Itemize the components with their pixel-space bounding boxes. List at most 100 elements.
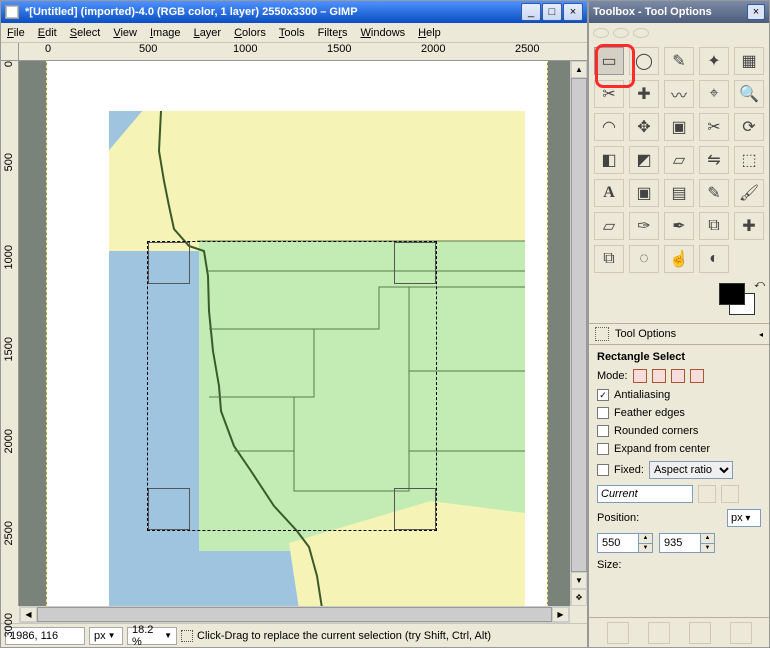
toolbox-title: Toolbox - Tool Options [593, 6, 712, 18]
text-tool[interactable]: A [594, 179, 624, 207]
ellipse-select-tool[interactable]: ◯ [629, 47, 659, 75]
blur-tool[interactable]: ◌ [629, 245, 659, 273]
measure-tool[interactable]: ◠ [594, 113, 624, 141]
scroll-right-icon[interactable]: ▶ [552, 607, 569, 622]
maximize-button[interactable]: □ [542, 3, 562, 21]
save-options-button[interactable] [607, 622, 629, 644]
mode-replace-button[interactable] [633, 369, 647, 383]
tool-options-footer [589, 617, 769, 647]
scissors-tool[interactable]: ✂ [594, 80, 624, 108]
selection-handle-bl[interactable] [148, 488, 190, 530]
toolbox-titlebar[interactable]: Toolbox - Tool Options × [589, 1, 769, 23]
paintbrush-tool[interactable]: 🖌 [734, 179, 764, 207]
horizontal-scrollbar[interactable]: ◀ ▶ [19, 606, 570, 623]
scroll-left-icon[interactable]: ◀ [20, 607, 37, 622]
fixed-dropdown[interactable]: Aspect ratio [649, 461, 733, 479]
selection-handle-tl[interactable] [148, 242, 190, 284]
paths-tool[interactable]: 〰 [664, 80, 694, 108]
position-x-input[interactable]: 550▲▼ [597, 533, 653, 553]
landscape-button[interactable] [721, 485, 739, 503]
restore-options-button[interactable] [648, 622, 670, 644]
window-titlebar[interactable]: *[Untitled] (imported)-4.0 (RGB color, 1… [1, 1, 587, 23]
perspective-clone-tool[interactable]: ⧉ [594, 245, 624, 273]
blend-tool[interactable]: ▤ [664, 179, 694, 207]
dodge-burn-tool[interactable]: ◐ [699, 245, 729, 273]
fuzzy-select-tool[interactable]: ✦ [699, 47, 729, 75]
crop-tool[interactable]: ✂ [699, 113, 729, 141]
position-y-input[interactable]: 935▲▼ [659, 533, 715, 553]
tool-options-tab[interactable]: Tool Options ◂ [589, 323, 769, 345]
tab-menu-icon[interactable]: ◂ [759, 330, 763, 339]
selection-handle-tr[interactable] [394, 242, 436, 284]
menu-filters[interactable]: Filters [318, 27, 348, 39]
horizontal-ruler[interactable]: 0 500 1000 1500 2000 2500 [1, 43, 587, 61]
toolbox-window: Toolbox - Tool Options × ▭ ◯ ✎ ✦ ▦ ✂ ✚ 〰… [588, 0, 770, 648]
menu-layer[interactable]: Layer [194, 27, 222, 39]
align-tool[interactable]: ▣ [664, 113, 694, 141]
zoom-tool[interactable]: 🔍 [734, 80, 764, 108]
nav-icon[interactable]: ✥ [571, 589, 587, 606]
canvas[interactable] [19, 61, 570, 606]
color-swatches[interactable]: ⤺ [589, 277, 769, 323]
foreground-select-tool[interactable]: ✚ [629, 80, 659, 108]
menu-select[interactable]: Select [70, 27, 101, 39]
pencil-tool[interactable]: ✎ [699, 179, 729, 207]
airbrush-tool[interactable]: ✑ [629, 212, 659, 240]
mode-add-button[interactable] [652, 369, 666, 383]
bucket-fill-tool[interactable]: ▣ [629, 179, 659, 207]
rounded-checkbox[interactable] [597, 425, 609, 437]
ink-tool[interactable]: ✒ [664, 212, 694, 240]
rectangle-selection[interactable] [147, 241, 437, 531]
close-button[interactable]: × [563, 3, 583, 21]
perspective-tool[interactable]: ▱ [664, 146, 694, 174]
delete-options-button[interactable] [689, 622, 711, 644]
shear-tool[interactable]: ◩ [629, 146, 659, 174]
foreground-color-swatch[interactable] [719, 283, 745, 305]
position-unit-dropdown[interactable]: px ▾ [727, 509, 761, 527]
antialias-checkbox[interactable] [597, 389, 609, 401]
swap-colors-icon[interactable]: ⤺ [754, 279, 765, 290]
fixed-checkbox[interactable] [597, 464, 609, 476]
rotate-tool[interactable]: ⟳ [734, 113, 764, 141]
menu-image[interactable]: Image [150, 27, 181, 39]
scroll-down-icon[interactable]: ▼ [571, 572, 587, 589]
menu-help[interactable]: Help [418, 27, 441, 39]
menu-windows[interactable]: Windows [361, 27, 406, 39]
portrait-button[interactable] [698, 485, 716, 503]
vertical-ruler[interactable]: 0 500 1000 1500 2000 2500 3000 [1, 61, 19, 606]
mode-row: Mode: [597, 369, 761, 383]
heal-tool[interactable]: ✚ [734, 212, 764, 240]
mode-intersect-button[interactable] [690, 369, 704, 383]
rect-select-tool[interactable]: ▭ [594, 47, 624, 75]
color-picker-tool[interactable]: ⌖ [699, 80, 729, 108]
selection-handle-br[interactable] [394, 488, 436, 530]
reset-options-button[interactable] [730, 622, 752, 644]
fixed-entry[interactable] [597, 485, 693, 503]
smudge-tool[interactable]: ☝ [664, 245, 694, 273]
clone-tool[interactable]: ⧉ [699, 212, 729, 240]
menu-tools[interactable]: Tools [279, 27, 305, 39]
by-color-select-tool[interactable]: ▦ [734, 47, 764, 75]
gimp-main-window: *[Untitled] (imported)-4.0 (RGB color, 1… [0, 0, 588, 648]
image-canvas[interactable] [47, 61, 547, 606]
expand-center-checkbox[interactable] [597, 443, 609, 455]
mode-subtract-button[interactable] [671, 369, 685, 383]
feather-checkbox[interactable] [597, 407, 609, 419]
vertical-scrollbar[interactable]: ▲ ▼ ✥ [570, 61, 587, 606]
unit-dropdown[interactable]: px▼ [89, 627, 123, 645]
toolbox-close-button[interactable]: × [747, 4, 765, 20]
menu-file[interactable]: File [7, 27, 25, 39]
scroll-up-icon[interactable]: ▲ [571, 61, 587, 78]
minimize-button[interactable]: _ [521, 3, 541, 21]
menu-colors[interactable]: Colors [234, 27, 266, 39]
menu-edit[interactable]: Edit [38, 27, 57, 39]
menubar: File Edit Select View Image Layer Colors… [1, 23, 587, 43]
zoom-dropdown[interactable]: 18.2 %▼ [127, 627, 177, 645]
menu-view[interactable]: View [113, 27, 137, 39]
free-select-tool[interactable]: ✎ [664, 47, 694, 75]
move-tool[interactable]: ✥ [629, 113, 659, 141]
eraser-tool[interactable]: ▱ [594, 212, 624, 240]
scale-tool[interactable]: ◧ [594, 146, 624, 174]
flip-tool[interactable]: ⇋ [699, 146, 729, 174]
cage-tool[interactable]: ⬚ [734, 146, 764, 174]
